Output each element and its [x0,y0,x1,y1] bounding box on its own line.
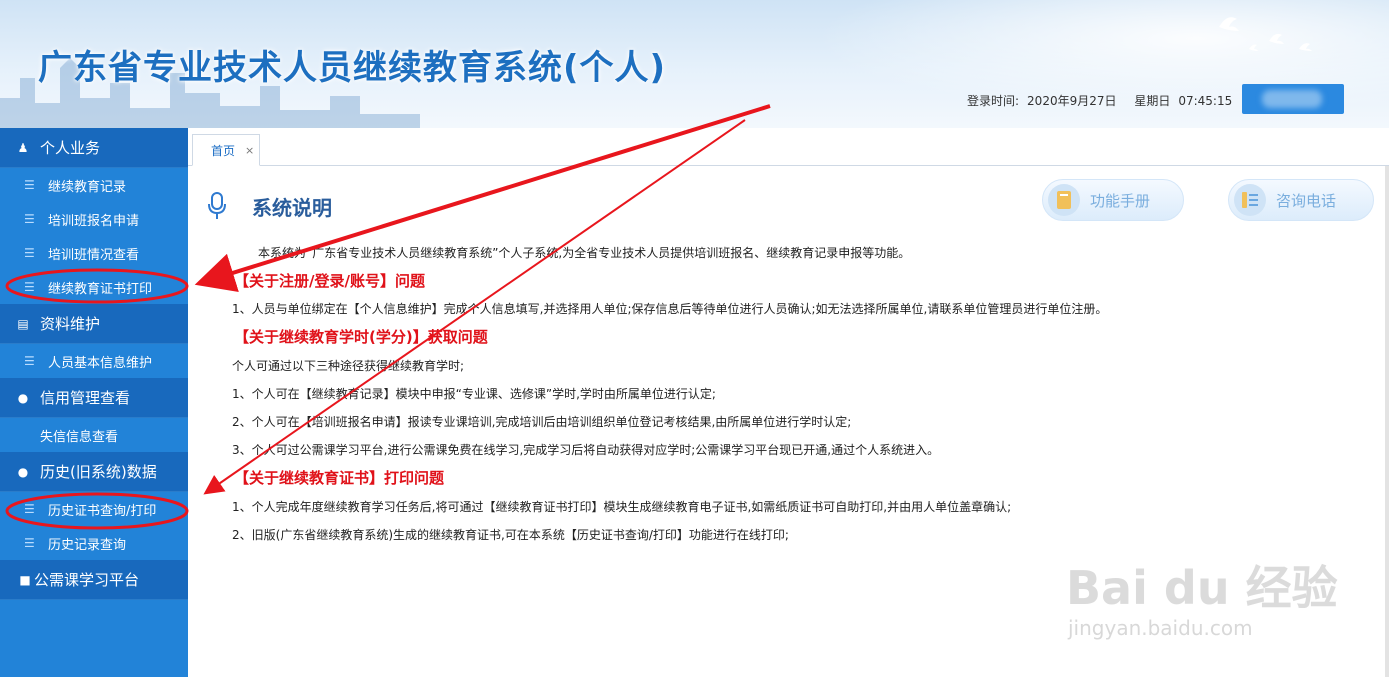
blurred-username [1262,90,1322,108]
section-header: 系统说明 [206,186,332,226]
bulb-icon: ● [17,464,29,479]
sidebar-item-label: 人员基本信息维护 [48,355,153,371]
paragraph: 1、人员与单位绑定在【个人信息维护】完成个人信息填写,并选择用人单位;保存信息后… [232,302,1108,316]
sidebar-group-public-course[interactable]: ■ 公需课学习平台 [0,560,188,600]
scrollbar[interactable] [1385,166,1389,677]
login-time-label: 登录时间: [967,94,1020,108]
sidebar-item-label: 培训班情况查看 [48,247,140,263]
book-icon: ▤ [17,316,29,331]
sidebar-group-credit[interactable]: ● 信用管理查看 [0,378,188,418]
baidu-jingyan-watermark: Bai du 经验 [1066,561,1338,615]
sidebar-group-label: 公需课学习平台 [34,571,140,589]
user-menu-button[interactable] [1242,84,1344,114]
list-icon: ☰ [24,178,35,192]
sidebar-item-basic-info[interactable]: ☰ 人员基本信息维护 [0,344,188,378]
app-header: 广东省专业技术人员继续教育系统(个人) 登录时间: 2020年9月27日 星期日 0… [0,0,1389,128]
paragraph: 1、个人可在【继续教育记录】模块中申报“专业课、选修课”学时,学时由所属单位进行… [232,387,716,401]
list-icon: ☰ [24,354,35,368]
tab-bar: 首页 × [188,128,1389,166]
list-icon: ☰ [24,502,35,516]
sidebar-item-dishonesty-info[interactable]: 失信信息查看 [0,418,188,452]
consult-phone-label: 咨询电话 [1276,191,1337,210]
watermark-url: jingyan.baidu.com [1068,616,1253,640]
login-info: 登录时间: 2020年9月27日 星期日 07:45:15 [967,92,1240,109]
microphone-icon [208,192,226,219]
sidebar-group-data-maintenance[interactable]: ▤ 资料维护 [0,304,188,344]
list-icon: ☰ [24,246,35,260]
manual-label: 功能手册 [1090,191,1151,210]
list-icon: ☰ [24,536,35,550]
sidebar-item-class-status[interactable]: ☰ 培训班情况查看 [0,236,188,270]
sidebar-group-label: 个人业务 [40,139,101,157]
consult-phone-button[interactable]: 咨询电话 [1228,179,1374,221]
paragraph: 2、旧版(广东省继续教育系统)生成的继续教育证书,可在本系统【历史证书查询/打印… [232,528,789,542]
paragraph: 个人可通过以下三种途径获得继续教育学时; [232,359,465,373]
paragraph: 3、个人可过公需课学习平台,进行公需课免费在线学习,完成学习后将自动获得对应学时… [232,443,940,457]
sidebar-item-label: 历史证书查询/打印 [48,503,157,519]
square-icon: ■ [19,572,31,587]
phone-list-icon [1234,184,1266,216]
list-icon: ☰ [24,212,35,226]
list-icon: ☰ [24,280,35,294]
sidebar-item-history-record[interactable]: ☰ 历史记录查询 [0,526,188,560]
bulb-icon: ● [17,390,29,405]
heading-register: 【关于注册/登录/账号】问题 [234,272,425,290]
app-title: 广东省专业技术人员继续教育系统(个人) [38,48,667,88]
manual-icon [1048,184,1080,216]
paragraph: 2、个人可在【培训班报名申请】报读专业课培训,完成培训后由培训组织单位登记考核结… [232,415,852,429]
sidebar-item-history-certificate[interactable]: ☰ 历史证书查询/打印 [0,492,188,526]
tab-home[interactable]: 首页 × [192,134,260,166]
doves-graphic [1219,17,1312,51]
sidebar-group-personal[interactable]: ♟ 个人业务 [0,128,188,168]
section-title: 系统说明 [252,195,332,220]
person-icon: ♟ [17,140,29,155]
login-weekday: 星期日 [1134,94,1171,108]
sidebar-group-history[interactable]: ● 历史(旧系统)数据 [0,452,188,492]
sidebar-item-class-signup[interactable]: ☰ 培训班报名申请 [0,202,188,236]
close-icon[interactable]: × [245,144,254,157]
sidebar-item-label: 历史记录查询 [48,537,127,553]
tab-label: 首页 [211,143,236,158]
paragraph: 1、个人完成年度继续教育学习任务后,将可通过【继续教育证书打印】模块生成继续教育… [232,500,1012,514]
sidebar-group-label: 信用管理查看 [40,389,131,407]
sidebar-item-label: 失信信息查看 [40,429,119,445]
login-date: 2020年9月27日 [1027,94,1117,108]
sidebar-item-education-record[interactable]: ☰ 继续教育记录 [0,168,188,202]
heading-certificate: 【关于继续教育证书】打印问题 [234,469,445,487]
heading-credit-hours: 【关于继续教育学时(学分)】获取问题 [234,328,488,346]
sidebar-item-certificate-print[interactable]: ☰ 继续教育证书打印 [0,270,188,304]
login-time: 07:45:15 [1178,94,1233,108]
sidebar-group-label: 历史(旧系统)数据 [40,463,157,481]
sidebar-item-label: 培训班报名申请 [48,213,140,229]
intro-text: 本系统为“广东省专业技术人员继续教育系统”个人子系统,为全省专业技术人员提供培训… [258,246,911,260]
sidebar-item-label: 继续教育证书打印 [48,281,153,297]
manual-button[interactable]: 功能手册 [1042,179,1184,221]
sidebar: ♟ 个人业务 ☰ 继续教育记录 ☰ 培训班报名申请 ☰ 培训班情况查看 ☰ 继续… [0,128,188,677]
sidebar-group-label: 资料维护 [40,315,101,333]
sidebar-item-label: 继续教育记录 [48,179,127,195]
